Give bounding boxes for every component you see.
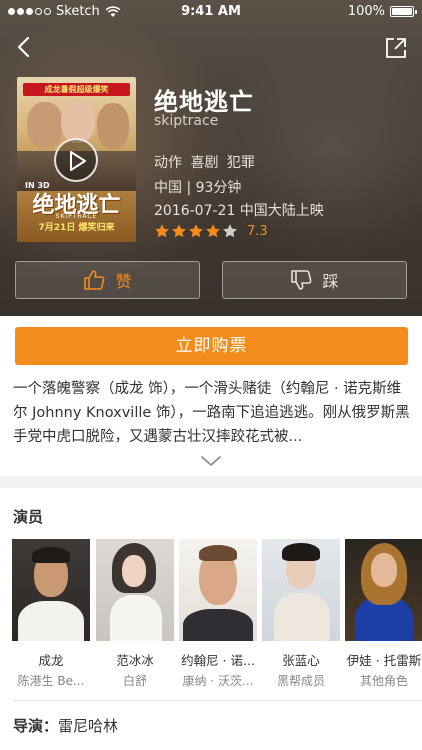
rating-stars: 7.3 (154, 223, 268, 239)
like-label: 赞 (115, 272, 132, 291)
poster-date: 7月21日 爆笑归来 (38, 223, 115, 233)
cast-name: 范冰冰 (116, 653, 154, 668)
back-button[interactable] (12, 34, 38, 60)
cast-role: 黑帮成员 (276, 674, 325, 688)
cast-name: 伊娃 · 托雷斯 (346, 653, 422, 668)
poster-actor-middle (61, 99, 95, 143)
expand-chevron-icon[interactable] (200, 454, 222, 468)
cast-photo (179, 539, 257, 641)
poster-subtitle: SKIPTRACE (55, 213, 98, 220)
star-filled-icon (155, 224, 169, 238)
divider-line (13, 700, 422, 701)
poster-actor-left (27, 102, 63, 148)
cast-photo (345, 539, 422, 641)
director-name: 雷尼哈林 (58, 717, 119, 735)
status-bar: Sketch 9:41 AM 100% (0, 0, 422, 24)
cast-item[interactable]: 范冰冰 白舒 (96, 539, 174, 689)
cast-item[interactable]: 约翰尼 · 诺... 康纳 · 沃茨... (179, 539, 257, 689)
cast-role: 白舒 (122, 674, 147, 688)
cast-role: 其他角色 (359, 674, 408, 688)
movie-synopsis: 一个落魄警察（成龙 饰），一个滑头赌徒（约翰尼 · 诺克斯维尔 Johnny K… (13, 381, 410, 445)
cast-item[interactable]: 张蓝心 黑帮成员 (262, 539, 340, 689)
movie-poster[interactable]: 成龙暑假超级爆笑 IN 3D 绝地逃亡 SKIPTRACE 7月21日 爆笑归来 (17, 77, 136, 242)
cast-name: 张蓝心 (282, 653, 320, 668)
play-icon (70, 151, 86, 171)
battery-percent: 100% (347, 4, 385, 19)
section-divider (0, 476, 422, 488)
poster-banner: 成龙暑假超级爆笑 (23, 83, 130, 96)
poster-actor-right (97, 103, 129, 149)
like-button[interactable]: 赞 (15, 261, 200, 299)
cast-heading: 演员 (13, 508, 44, 526)
movie-region-duration: 中国 | 93分钟 (154, 180, 242, 196)
cast-photo (12, 539, 90, 641)
star-filled-icon (172, 224, 186, 238)
cast-photo (262, 539, 340, 641)
cast-role: 康纳 · 沃茨... (182, 674, 254, 688)
buy-ticket-button[interactable]: 立即购票 (15, 327, 408, 365)
cast-name: 约翰尼 · 诺... (181, 653, 255, 668)
thumbs-down-icon (291, 270, 312, 290)
star-filled-icon (206, 224, 220, 238)
director-label: 导演： (13, 717, 59, 735)
director-row[interactable]: 导演：雷尼哈林 (13, 715, 118, 736)
cast-list[interactable]: 成龙 陈港生 Be... 范冰冰 白舒 约翰尼 · 诺... 康纳 · 沃茨..… (12, 539, 422, 689)
battery-icon (390, 6, 417, 17)
cast-name: 成龙 (38, 653, 64, 668)
dislike-label: 踩 (322, 272, 339, 291)
star-filled-icon (189, 224, 203, 238)
thumbs-up-icon (84, 270, 105, 290)
movie-release-date: 2016-07-21 中国大陆上映 (154, 203, 324, 219)
movie-title: 绝地逃亡 (154, 88, 254, 116)
movie-subtitle: skiptrace (154, 113, 219, 129)
rating-score: 7.3 (247, 223, 268, 239)
movie-genres: 动作 喜剧 犯罪 (154, 155, 255, 171)
share-button[interactable] (384, 36, 408, 60)
star-empty-icon (223, 224, 237, 238)
cast-item[interactable]: 成龙 陈港生 Be... (12, 539, 90, 689)
play-trailer-button[interactable] (54, 138, 98, 182)
movie-header: Sketch 9:41 AM 100% 成龙暑假超级爆笑 IN 3D 绝地逃亡 … (0, 0, 422, 316)
cast-item[interactable]: 伊娃 · 托雷斯 其他角色 (345, 539, 422, 689)
dislike-button[interactable]: 踩 (222, 261, 407, 299)
cast-role: 陈港生 Be... (17, 674, 85, 688)
cast-photo (96, 539, 174, 641)
status-right: 100% (347, 4, 417, 19)
